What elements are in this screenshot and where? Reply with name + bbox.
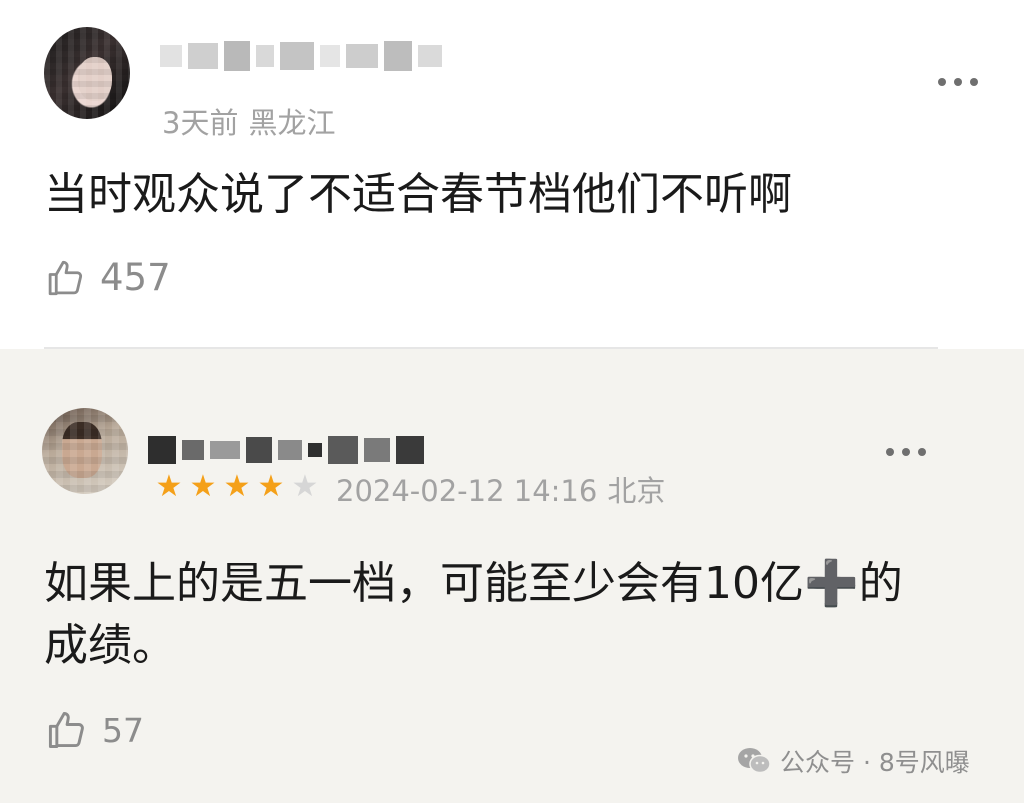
comment-meta: 3天前 黑龙江 <box>162 100 335 142</box>
avatar[interactable] <box>42 408 128 494</box>
comment-text: 如果上的是五一档，可能至少会有10亿➕的成绩。 <box>44 558 903 671</box>
like-count: 457 <box>100 256 171 299</box>
thumbs-up-icon <box>48 712 84 748</box>
avatar[interactable] <box>44 27 130 119</box>
rating-stars: ★ ★ ★ ★ ★ <box>152 470 322 504</box>
comment-meta: 2024-02-12 14:16 北京 <box>336 468 665 510</box>
like-count: 57 <box>102 710 144 750</box>
username-blurred[interactable] <box>160 34 442 78</box>
thumbs-up-icon <box>48 260 83 295</box>
star-icon: ★ <box>223 469 251 504</box>
comment-location: 北京 <box>607 474 666 508</box>
star-icon: ★ <box>189 469 217 504</box>
comment-card: 3天前 黑龙江 当时观众说了不适合春节档他们不听啊 457 <box>0 0 1024 347</box>
username-blurred[interactable] <box>148 430 424 470</box>
more-options-icon[interactable] <box>886 448 926 456</box>
star-icon: ★ <box>257 469 285 504</box>
star-icon: ★ <box>155 469 183 504</box>
wechat-icon <box>738 748 771 774</box>
watermark: 公众号 · 8号风曝 <box>736 743 970 779</box>
more-options-icon[interactable] <box>938 78 978 86</box>
comment-time: 3天前 <box>162 106 239 140</box>
comment-location: 黑龙江 <box>248 106 336 140</box>
like-button[interactable]: 457 <box>44 256 171 299</box>
star-icon: ★ <box>291 469 319 504</box>
comment-text: 当时观众说了不适合春节档他们不听啊 <box>44 169 792 220</box>
watermark-text: 公众号 · 8号风曝 <box>780 748 970 777</box>
comment-time: 2024-02-12 14:16 <box>336 474 598 508</box>
like-button[interactable]: 57 <box>44 708 144 752</box>
